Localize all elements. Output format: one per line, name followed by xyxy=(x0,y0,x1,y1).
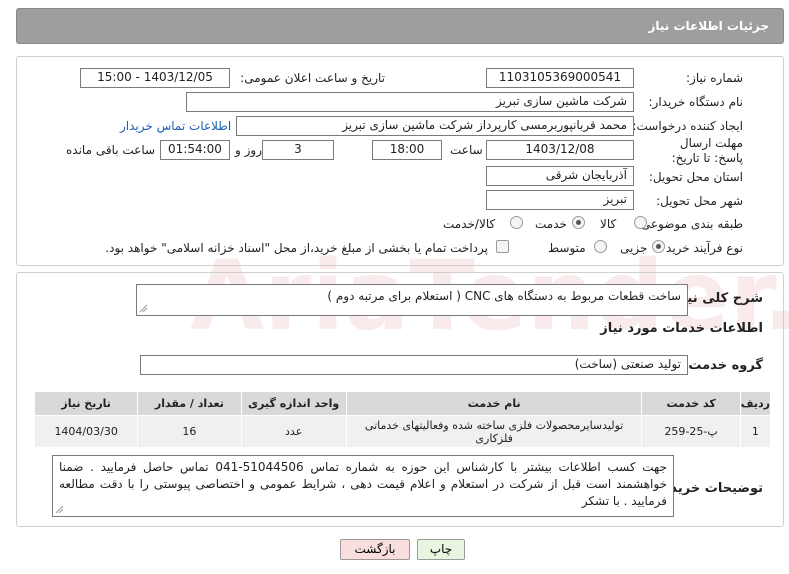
category-radio-goods[interactable] xyxy=(634,216,647,229)
cell-need-date: 1404/03/30 xyxy=(33,415,139,448)
process-option-medium: متوسط xyxy=(548,241,586,255)
buyer-notes-text: جهت کسب اطلاعات بیشتر با کارشناس این حوز… xyxy=(59,460,667,508)
col-quantity: تعداد / مقدار xyxy=(137,391,242,416)
contact-buyer-link[interactable]: اطلاعات تماس خریدار xyxy=(120,119,231,133)
category-radio-goods-service[interactable] xyxy=(510,216,523,229)
services-section-title: اطلاعات خدمات مورد نیاز xyxy=(600,321,763,336)
buyer-org-label: نام دستگاه خریدار: xyxy=(648,95,744,109)
time-label: ساعت xyxy=(450,143,483,157)
announce-label: تاریخ و ساعت اعلان عمومی: xyxy=(240,71,385,85)
col-service-name: نام خدمت xyxy=(345,391,643,416)
days-field[interactable]: 3 xyxy=(262,140,334,160)
days-label: روز و xyxy=(235,143,262,157)
cell-unit: عدد xyxy=(240,415,347,448)
col-unit: واحد اندازه گیری xyxy=(240,391,347,416)
header-bar: جزئیات اطلاعات نیاز xyxy=(16,8,784,44)
process-radio-minor[interactable] xyxy=(652,240,665,253)
need-number-field[interactable]: 1103105369000541 xyxy=(486,68,634,88)
summary-text: ساخت قطعات مربوط به دستگاه های CNC ( است… xyxy=(327,289,681,303)
category-label: طبقه بندی موضوعی: xyxy=(636,217,743,231)
col-row-number: ردیف xyxy=(739,391,772,416)
table-header-row: ردیف کد خدمت نام خدمت واحد اندازه گیری ت… xyxy=(33,391,772,416)
remaining-time-field[interactable]: 01:54:00 xyxy=(160,140,230,160)
col-service-code: کد خدمت xyxy=(641,391,741,416)
category-option-goods: کالا xyxy=(600,217,617,231)
category-option-service: خدمت xyxy=(535,217,567,231)
resize-grip-icon[interactable] xyxy=(139,304,148,313)
print-button[interactable]: چاپ xyxy=(417,539,465,560)
resize-grip-icon[interactable] xyxy=(55,505,64,514)
creator-field[interactable]: محمد قربانپوربرمسی کارپرداز شرکت ماشین س… xyxy=(236,116,634,136)
deadline-time-field[interactable]: 18:00 xyxy=(372,140,442,160)
deadline-label: مهلت ارسال پاسخ: تا تاریخ: xyxy=(671,136,743,165)
remaining-label: ساعت باقی مانده xyxy=(66,143,156,157)
process-option-minor: جزیی xyxy=(620,241,648,255)
services-table: ردیف کد خدمت نام خدمت واحد اندازه گیری ت… xyxy=(33,391,772,448)
table-row[interactable]: 1 پ-25-259 تولیدسایرمحصولات فلزی ساخته ش… xyxy=(33,415,772,448)
cell-service-code: پ-25-259 xyxy=(641,415,741,448)
buyer-notes-textarea[interactable]: جهت کسب اطلاعات بیشتر با کارشناس این حوز… xyxy=(52,455,674,517)
city-field[interactable]: تبریز xyxy=(486,190,634,210)
col-need-date: تاریخ نیاز xyxy=(33,391,139,416)
cell-row-number: 1 xyxy=(739,415,772,448)
category-radio-service[interactable] xyxy=(572,216,585,229)
page-title: جزئیات اطلاعات نیاز xyxy=(648,19,769,33)
service-group-field[interactable]: تولید صنعتی (ساخت) xyxy=(140,355,688,375)
need-number-label: شماره نیاز: xyxy=(686,71,743,85)
summary-textarea[interactable]: ساخت قطعات مربوط به دستگاه های CNC ( است… xyxy=(136,284,688,316)
buyer-org-field[interactable]: شرکت ماشین سازی تبریز xyxy=(186,92,634,112)
city-label: شهر محل تحویل: xyxy=(656,194,743,208)
service-group-label: گروه خدمت: xyxy=(683,358,763,373)
deadline-date-field[interactable]: 1403/12/08 xyxy=(486,140,634,160)
creator-label: ایجاد کننده درخواست: xyxy=(632,119,743,133)
process-label: نوع فرآیند خرید : xyxy=(658,241,743,255)
treasury-payment-note: پرداخت تمام یا بخشی از مبلغ خرید،از محل … xyxy=(105,241,488,255)
cell-service-name: تولیدسایرمحصولات فلزی ساخته شده وفعالیته… xyxy=(345,415,643,448)
province-label: استان محل تحویل: xyxy=(648,170,743,184)
process-radio-medium[interactable] xyxy=(594,240,607,253)
cell-quantity: 16 xyxy=(137,415,242,448)
category-option-goods-service: کالا/خدمت xyxy=(443,217,496,231)
back-button[interactable]: بازگشت xyxy=(340,539,410,560)
treasury-payment-checkbox[interactable] xyxy=(496,240,509,253)
announce-field[interactable]: 1403/12/05 - 15:00 xyxy=(80,68,230,88)
province-field[interactable]: آذربایجان شرقی xyxy=(486,166,634,186)
